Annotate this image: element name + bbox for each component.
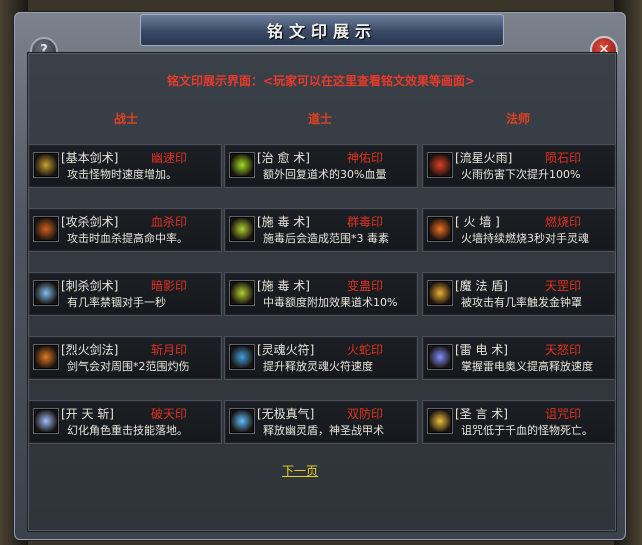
- poison-icon: [230, 281, 254, 305]
- window-title: 铭文印展示: [266, 22, 377, 41]
- next-page-link[interactable]: 下一页: [282, 462, 318, 479]
- inscription-description: 攻击时血杀提高命中率。: [67, 232, 188, 245]
- inscription-card[interactable]: [魔 法 盾] 天罡印被攻击有几率触发金钟罩: [422, 272, 616, 316]
- inscription-card[interactable]: [无极真气] 双防印释放幽灵盾，神圣战甲术: [224, 400, 418, 444]
- inscription-tag: 群毒印: [347, 215, 384, 229]
- inscription-description: 提升释放灵魂火符速度: [263, 360, 373, 373]
- skill-name: [ 火 墙 ]: [455, 215, 500, 229]
- inscription-description: 额外回复道术的30%血量: [263, 168, 387, 181]
- inscription-tag: 天怒印: [545, 343, 582, 357]
- skill-name: [施 毒 术]: [257, 215, 310, 229]
- heal-icon: [230, 153, 254, 177]
- inscription-card[interactable]: [治 愈 术] 神佑印额外回复道术的30%血量: [224, 144, 418, 188]
- inscription-description: 释放幽灵盾，神圣战甲术: [263, 424, 384, 437]
- skill-name: [刺杀剑术]: [61, 279, 119, 293]
- inscription-card[interactable]: [烈火剑法] 斩月印剑气会对周围*2范围灼伤: [28, 336, 222, 380]
- inscription-card[interactable]: [流星火雨] 陨石印火雨伤害下次提升100%: [422, 144, 616, 188]
- inscription-card[interactable]: [刺杀剑术] 暗影印有几率禁锢对手一秒: [28, 272, 222, 316]
- flame-blade-icon: [34, 345, 58, 369]
- inscription-description: 施毒后会造成范围*3 毒素: [263, 232, 389, 245]
- inscription-card[interactable]: [圣 言 术] 诅咒印诅咒低于千血的怪物死亡。: [422, 400, 616, 444]
- inscription-card[interactable]: [ 火 墙 ] 燃烧印火墙持续燃烧3秒对手灵魂: [422, 208, 616, 252]
- skill-name: [基本剑术]: [61, 151, 119, 165]
- inscription-description: 攻击怪物时速度增加。: [67, 168, 177, 181]
- inscription-description: 有几率禁锢对手一秒: [67, 296, 166, 309]
- skill-name: [治 愈 术]: [257, 151, 310, 165]
- inscription-card[interactable]: [开 天 斩] 破天印幻化角色重击技能落地。: [28, 400, 222, 444]
- blade-icon: [34, 217, 58, 241]
- subtitle: 铭文印展示界面：<玩家可以在这里查看铭文效果等画面>: [166, 74, 476, 88]
- skill-name: [魔 法 盾]: [455, 279, 508, 293]
- inscription-tag: 斩月印: [151, 343, 188, 357]
- inscription-tag: 火蛇印: [347, 343, 384, 357]
- firewall-icon: [428, 217, 452, 241]
- sword-icon: [34, 153, 58, 177]
- lightning-icon: [428, 345, 452, 369]
- skill-name: [圣 言 术]: [455, 407, 508, 421]
- poison-icon: [230, 217, 254, 241]
- inscription-tag: 幽速印: [151, 151, 188, 165]
- inscription-description: 火墙持续燃烧3秒对手灵魂: [461, 232, 589, 245]
- title-bar: 铭文印展示: [140, 14, 504, 46]
- skill-name: [无极真气]: [257, 407, 315, 421]
- inscription-tag: 暗影印: [151, 279, 188, 293]
- skill-name: [灵魂火符]: [257, 343, 315, 357]
- inscription-tag: 燃烧印: [545, 215, 582, 229]
- meteor-icon: [428, 153, 452, 177]
- inscription-tag: 神佑印: [347, 151, 384, 165]
- inscription-card[interactable]: [攻杀剑术] 血杀印攻击时血杀提高命中率。: [28, 208, 222, 252]
- skill-name: [攻杀剑术]: [61, 215, 119, 229]
- inscription-card[interactable]: [施 毒 术] 群毒印施毒后会造成范围*3 毒素: [224, 208, 418, 252]
- skill-name: [施 毒 术]: [257, 279, 310, 293]
- wind-icon: [34, 281, 58, 305]
- inscription-card[interactable]: [施 毒 术] 变蛊印中毒额度附加效果道术10%: [224, 272, 418, 316]
- holy-icon: [428, 409, 452, 433]
- inscription-tag: 双防印: [347, 407, 384, 421]
- column-header-warrior: 战士: [113, 112, 138, 126]
- inscription-tag: 天罡印: [545, 279, 582, 293]
- inscription-description: 幻化角色重击技能落地。: [67, 424, 188, 437]
- inscription-tag: 诅咒印: [545, 407, 582, 421]
- talisman-icon: [230, 345, 254, 369]
- inscription-card[interactable]: [灵魂火符] 火蛇印提升释放灵魂火符速度: [224, 336, 418, 380]
- inscription-card[interactable]: [雷 电 术] 天怒印掌握雷电奥义提高释放速度: [422, 336, 616, 380]
- aura-icon: [230, 409, 254, 433]
- inscription-tag: 破天印: [151, 407, 188, 421]
- skill-name: [流星火雨]: [455, 151, 513, 165]
- shield-icon: [428, 281, 452, 305]
- skill-name: [开 天 斩]: [61, 407, 114, 421]
- column-header-taoist: 道士: [307, 112, 332, 126]
- inscription-description: 掌握雷电奥义提高释放速度: [461, 360, 593, 373]
- inscription-description: 诅咒低于千血的怪物死亡。: [461, 424, 593, 437]
- column-header-mage: 法师: [505, 112, 530, 126]
- inscription-tag: 血杀印: [151, 215, 188, 229]
- skill-name: [雷 电 术]: [455, 343, 508, 357]
- inscription-description: 中毒额度附加效果道术10%: [263, 296, 398, 309]
- inscription-description: 剑气会对周围*2范围灼伤: [67, 360, 190, 373]
- slash-icon: [34, 409, 58, 433]
- inscription-description: 火雨伤害下次提升100%: [461, 168, 581, 181]
- inscription-tag: 变蛊印: [347, 279, 384, 293]
- inscription-card[interactable]: [基本剑术] 幽速印攻击怪物时速度增加。: [28, 144, 222, 188]
- skill-name: [烈火剑法]: [61, 343, 119, 357]
- inscription-tag: 陨石印: [545, 151, 582, 165]
- inscription-description: 被攻击有几率触发金钟罩: [461, 296, 582, 309]
